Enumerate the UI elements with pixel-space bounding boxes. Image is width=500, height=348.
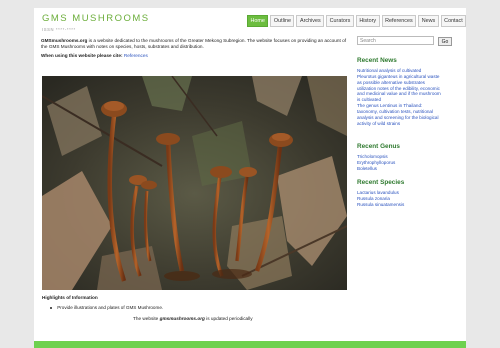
nav-curators[interactable]: Curators (326, 15, 354, 27)
recent-species-list: Lactarius lavandulus Russula zonaria Rus… (357, 190, 461, 208)
intro-paragraph: GMSmushrooms.org is a website dedicated … (41, 38, 351, 50)
recent-news-list: Nutritional analysis of cultivated Pleur… (357, 68, 461, 126)
cite-label: When using this website please cite: (41, 53, 123, 59)
recent-species-heading: Recent Species (357, 179, 405, 186)
main-nav: Home Outline Archives Curators History R… (247, 15, 467, 27)
update-note: The website gmsmushrooms.org is updated … (133, 316, 253, 321)
update-note-site: gmsmushrooms.org (159, 316, 205, 321)
nav-history[interactable]: History (355, 15, 380, 27)
bullet-icon (50, 306, 53, 309)
intro-text: is a website dedicated to the mushrooms … (41, 38, 347, 50)
update-note-after: is updated periodically (204, 316, 253, 321)
nav-outline[interactable]: Outline (270, 15, 295, 27)
search-go-button[interactable]: Go (438, 37, 452, 46)
intro-site-name: GMSmushrooms.org (41, 38, 88, 43)
news-link[interactable]: activity of wild strains (357, 121, 461, 127)
citation-line: When using this website please cite: Ref… (41, 53, 351, 58)
issn-label: ISSN ****-**** (42, 27, 76, 32)
mushroom-photo (42, 76, 347, 290)
main-content: GMSmushrooms.org is a website dedicated … (41, 38, 351, 321)
nav-news[interactable]: News (418, 15, 439, 27)
highlights-item-text: Provide illustrations and plates of GMS … (57, 305, 164, 310)
cite-references-link[interactable]: References (124, 53, 148, 58)
recent-genus-heading: Recent Genus (357, 143, 400, 150)
footer-bar (34, 341, 466, 348)
nav-contact[interactable]: Contact (440, 15, 467, 27)
update-note-before: The website (133, 316, 160, 321)
recent-news-heading: Recent News (357, 57, 397, 64)
highlights-list-item: Provide illustrations and plates of GMS … (50, 305, 163, 310)
nav-archives[interactable]: Archives (296, 15, 325, 27)
page-container: GMS MUSHROOMS ISSN ****-**** Home Outlin… (34, 8, 467, 348)
highlights-title: Highlights of Information (42, 295, 98, 300)
nav-references[interactable]: References (381, 15, 417, 27)
species-link[interactable]: Russula sinuatamensis (357, 202, 461, 208)
nav-home[interactable]: Home (247, 15, 269, 27)
site-logo-title[interactable]: GMS MUSHROOMS (42, 13, 150, 24)
genus-link[interactable]: Boletellus (357, 166, 461, 172)
recent-genus-list: Tricholomopsis Erythrophylloporus Bolete… (357, 154, 461, 172)
search-input[interactable]: Search (357, 36, 434, 45)
